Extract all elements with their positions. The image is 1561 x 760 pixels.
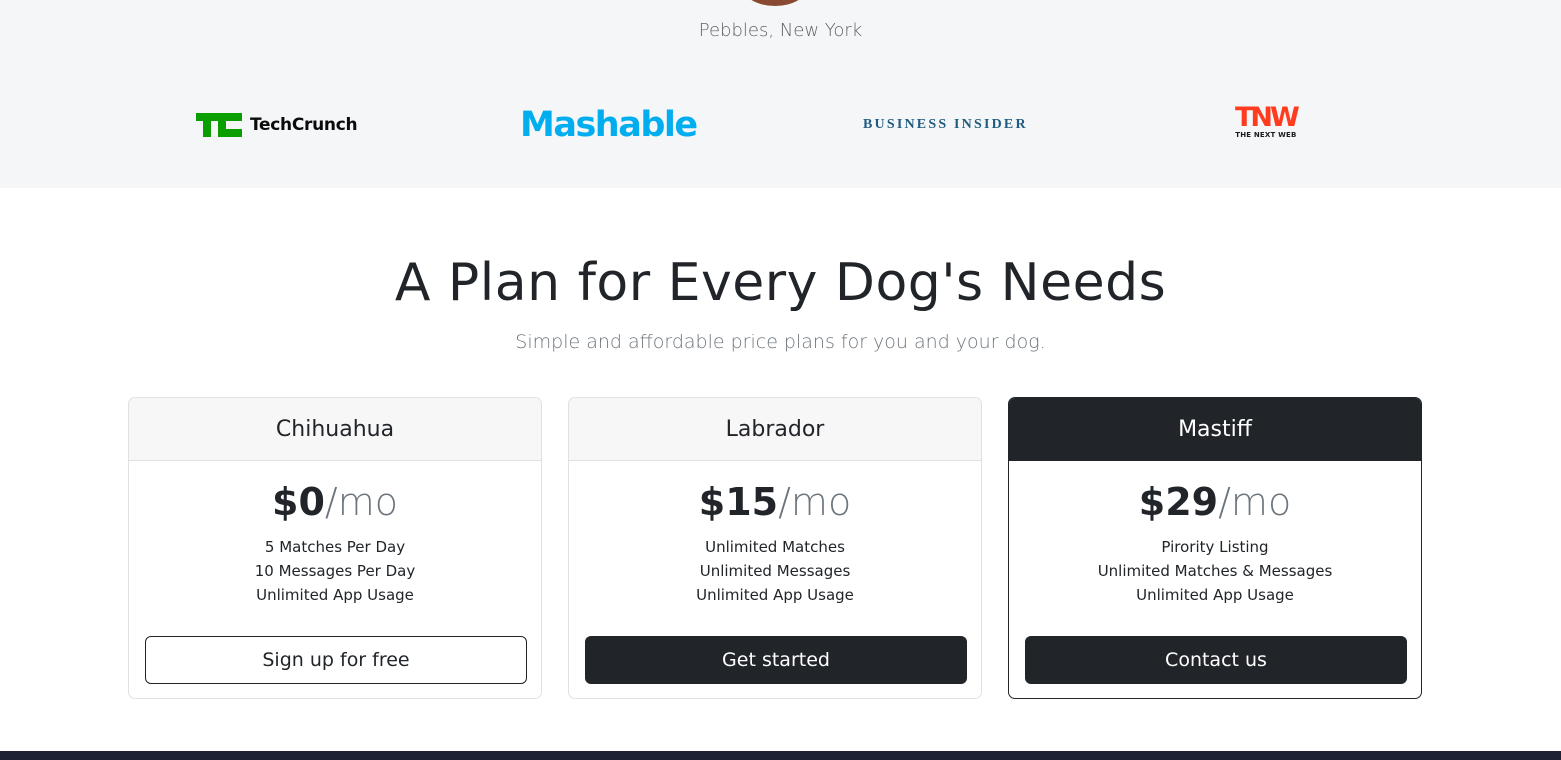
footer-bar <box>0 751 1561 760</box>
plan-price-period: /mo <box>1218 480 1292 524</box>
sign-up-free-button[interactable]: Sign up for free <box>145 636 527 684</box>
plan-price-amount: $29 <box>1138 480 1219 524</box>
press-section: Pebbles, New York TechCrunch Mashable BU… <box>0 0 1561 188</box>
plan-feature: 10 Messages Per Day <box>254 562 416 580</box>
plan-price: $29/mo <box>1009 479 1421 525</box>
tnw-logo-mark: TNW <box>1235 102 1300 133</box>
plan-price-period: /mo <box>324 480 398 524</box>
plan-name: Labrador <box>569 398 981 461</box>
mashable-logo: Mashable <box>520 105 698 145</box>
plan-feature: Unlimited App Usage <box>1136 586 1294 604</box>
plan-card-chihuahua: Chihuahua $0/mo 5 Matches Per Day 10 Mes… <box>128 397 542 699</box>
plan-price-amount: $0 <box>272 480 325 524</box>
plan-price: $0/mo <box>129 479 541 525</box>
plan-name: Mastiff <box>1009 398 1421 461</box>
plan-price-amount: $15 <box>698 480 779 524</box>
plan-feature: Pirority Listing <box>1161 538 1269 556</box>
techcrunch-logo: TechCrunch <box>196 105 358 145</box>
get-started-button[interactable]: Get started <box>585 636 967 684</box>
tnw-logo: TNW THE NEXT WEB <box>1235 102 1300 145</box>
tnw-logo-subtext: THE NEXT WEB <box>1235 131 1297 139</box>
techcrunch-logo-text: TechCrunch <box>250 115 358 135</box>
plan-card-labrador: Labrador $15/mo Unlimited Matches Unlimi… <box>568 397 982 699</box>
plan-feature: Unlimited App Usage <box>256 586 414 604</box>
plan-feature: Unlimited Matches & Messages <box>1097 562 1333 580</box>
plan-price-period: /mo <box>778 480 852 524</box>
techcrunch-mark-icon <box>196 113 242 137</box>
plan-card-mastiff: Mastiff $29/mo Pirority Listing Unlimite… <box>1008 397 1422 699</box>
testimonial-avatar <box>742 0 808 6</box>
pricing-title: A Plan for Every Dog's Needs <box>394 253 1167 313</box>
business-insider-logo: BUSINESS INSIDER <box>863 117 1028 132</box>
plan-features: Pirority Listing Unlimited Matches & Mes… <box>1009 535 1421 607</box>
plan-feature: Unlimited Matches <box>705 538 845 556</box>
contact-us-button[interactable]: Contact us <box>1025 636 1407 684</box>
testimonial-author: Pebbles, New York <box>698 20 863 41</box>
plan-features: 5 Matches Per Day 10 Messages Per Day Un… <box>129 535 541 607</box>
plan-price: $15/mo <box>569 479 981 525</box>
plan-feature: 5 Matches Per Day <box>264 538 406 556</box>
plan-feature: Unlimited App Usage <box>696 586 854 604</box>
plan-features: Unlimited Matches Unlimited Messages Unl… <box>569 535 981 607</box>
pricing-subtitle: Simple and affordable price plans for yo… <box>515 331 1046 353</box>
plan-feature: Unlimited Messages <box>699 562 851 580</box>
plan-name: Chihuahua <box>129 398 541 461</box>
